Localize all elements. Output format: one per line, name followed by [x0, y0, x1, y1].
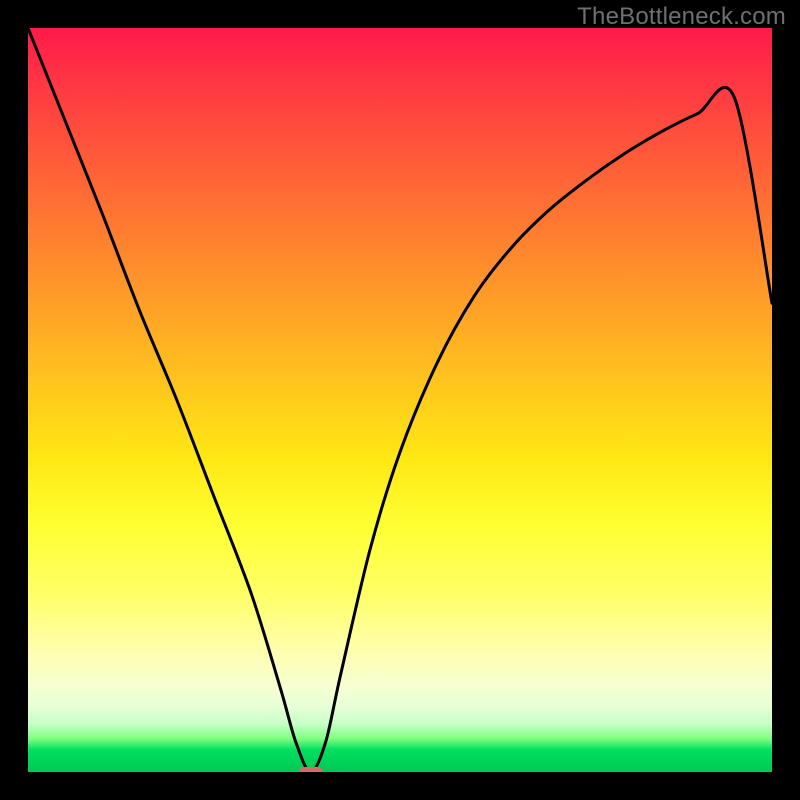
chart-frame: TheBottleneck.com [0, 0, 800, 800]
minimum-marker [299, 767, 323, 772]
curve-svg [28, 28, 772, 772]
bottleneck-curve-path [28, 28, 772, 772]
watermark-text: TheBottleneck.com [577, 3, 786, 31]
plot-area [28, 28, 772, 772]
